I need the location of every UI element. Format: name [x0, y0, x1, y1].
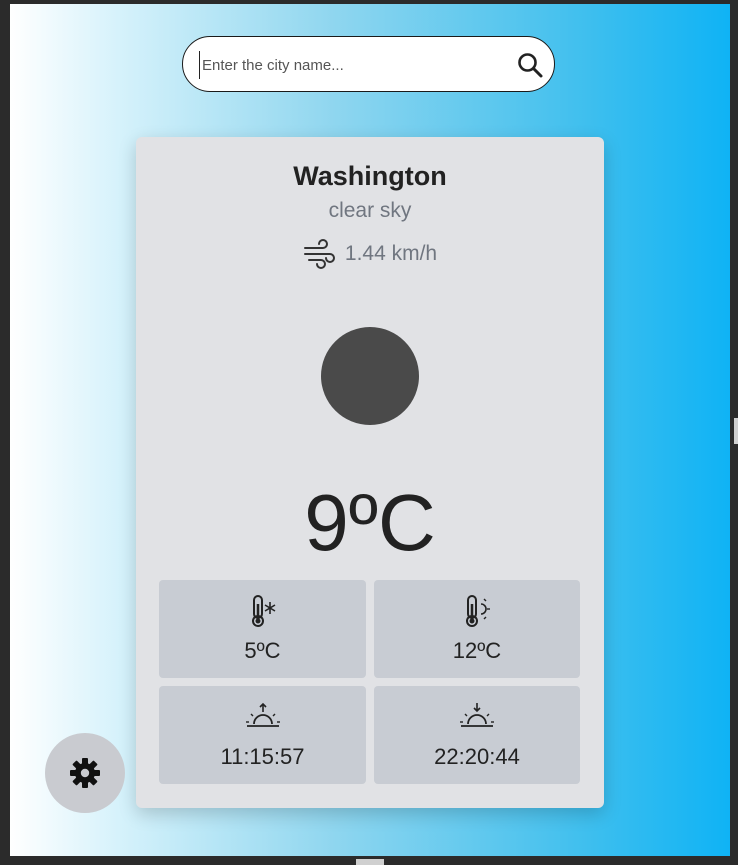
- city-name: Washington: [293, 161, 447, 191]
- sunrise-time: 11:15:57: [220, 744, 305, 769]
- sunrise-icon: [245, 702, 280, 727]
- thermometer-cold-icon: [251, 595, 275, 627]
- settings-button[interactable]: [45, 733, 125, 813]
- wind-icon: [303, 239, 335, 269]
- app-viewport: Washington clear sky 1.44 km/h 9ºC: [10, 4, 730, 856]
- weather-description: clear sky: [328, 199, 412, 222]
- current-temperature: 9ºC: [304, 478, 436, 567]
- scrollbar-handle[interactable]: [734, 418, 738, 444]
- sunset-time: 22:20:44: [434, 744, 520, 769]
- max-temp-value: 12ºC: [452, 638, 502, 663]
- thermometer-warm-icon: [466, 595, 490, 627]
- min-temp-tile: 5ºC: [159, 580, 366, 678]
- sunset-icon: [460, 703, 494, 727]
- sunrise-tile: 11:15:57: [159, 686, 366, 784]
- sunset-tile: 22:20:44: [374, 686, 580, 784]
- wind-info: 1.44 km/h: [136, 239, 604, 269]
- horizontal-scrollbar-handle[interactable]: [356, 859, 384, 865]
- weather-condition-icon: [321, 327, 419, 425]
- search-icon: [518, 53, 543, 78]
- search-bar: [182, 36, 555, 92]
- wind-speed: 1.44 km/h: [344, 242, 438, 265]
- weather-card: Washington clear sky 1.44 km/h 9ºC 5ºC 1…: [136, 137, 604, 808]
- min-temp-value: 5ºC: [244, 638, 281, 663]
- search-button[interactable]: [516, 51, 544, 79]
- max-temp-tile: 12ºC: [374, 580, 580, 678]
- gear-icon: [70, 758, 100, 788]
- search-input[interactable]: [199, 51, 502, 79]
